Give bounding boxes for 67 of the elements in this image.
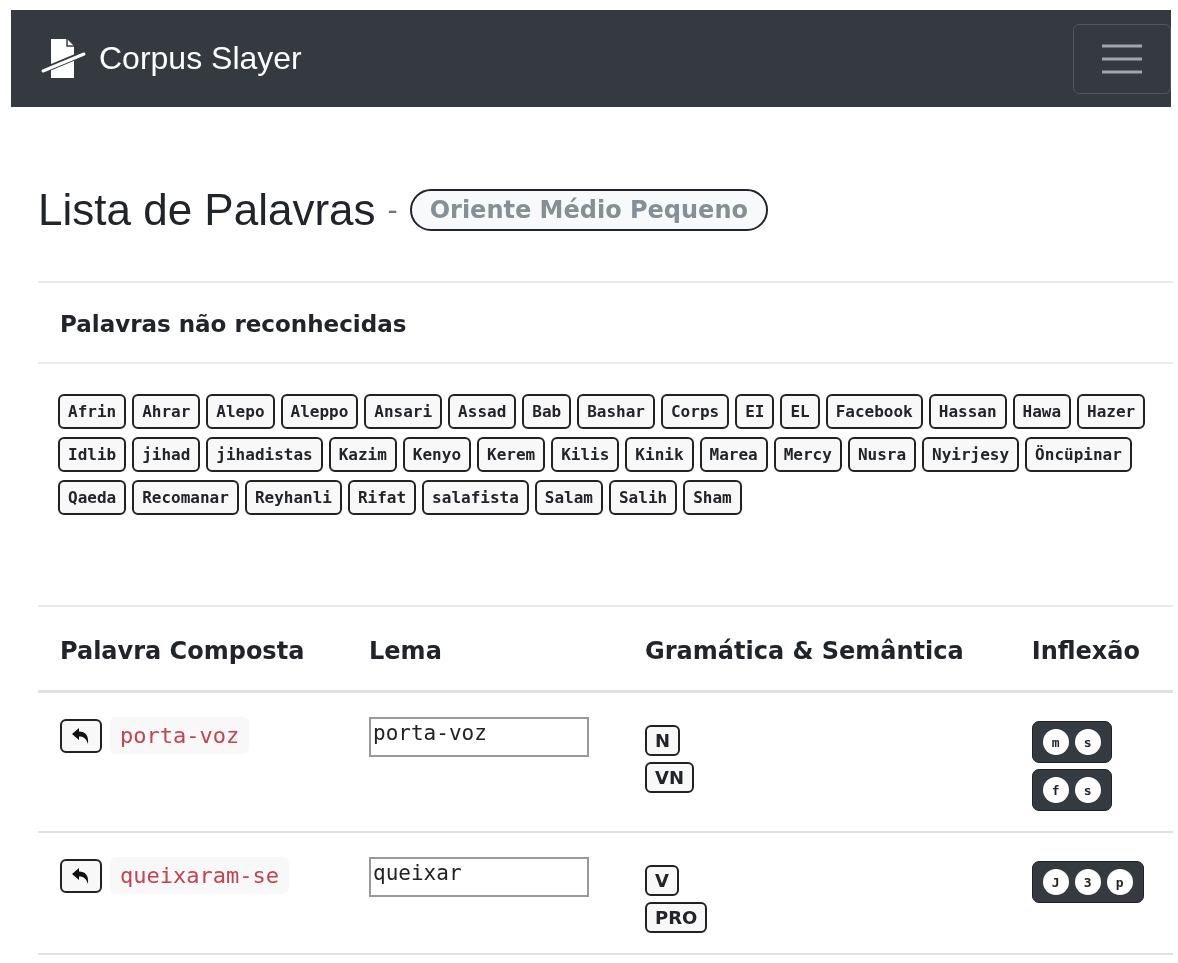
word-tag: Rifat [347, 480, 417, 515]
brand-name[interactable]: Corpus Slayer [99, 40, 302, 77]
word-tag: Assad [448, 394, 517, 429]
word-tag: Salam [534, 480, 603, 515]
lemma-input[interactable]: queixar [369, 857, 590, 897]
inflection-feature: J [1042, 869, 1069, 895]
inflection-feature: f [1042, 777, 1069, 803]
undo-button[interactable] [60, 718, 102, 753]
inflection-feature: 3 [1074, 869, 1101, 895]
word-tag: Afrin [58, 394, 127, 429]
lemma-input[interactable]: porta-voz [369, 717, 590, 757]
undo-arrow-icon [71, 866, 91, 885]
word-tag: Öncüpinar [1025, 437, 1132, 472]
word-tag: Kilis [551, 437, 620, 472]
page-title: Lista de Palavras [38, 185, 376, 235]
word-tag: Kenyo [402, 437, 471, 472]
word-tag: Salih [609, 480, 678, 515]
word-tag: Sham [683, 480, 742, 515]
word-tag: salafista [422, 480, 529, 515]
inflection-feature: s [1074, 777, 1101, 803]
corpus-badge: Oriente Médio Pequeno [409, 189, 768, 231]
word-tag: EL [780, 394, 820, 429]
word-tag: Mercy [773, 437, 842, 472]
compound-word: queixaram-se [110, 857, 289, 894]
title-separator: - [387, 193, 398, 227]
word-tag: Facebook [825, 394, 923, 429]
grammar-tag: V [645, 865, 679, 896]
word-tag: Bashar [577, 394, 655, 429]
grammar-tag: N [645, 725, 681, 756]
word-tag: Nusra [847, 437, 917, 472]
word-tag: Kerem [477, 437, 546, 472]
word-tag: Hassan [928, 394, 1007, 429]
word-tag: Ansari [364, 394, 443, 429]
word-tag: Idlib [58, 437, 127, 472]
column-header: Gramática & Semântica [623, 607, 1002, 692]
menu-icon [1100, 42, 1144, 75]
word-tag: Aleppo [280, 394, 359, 429]
word-tag: Corps [661, 394, 730, 429]
compound-word: porta-voz [110, 717, 250, 754]
word-tag: Kinik [625, 437, 694, 472]
section-heading: Palavras não reconhecidas [59, 310, 408, 339]
word-tag: Ahrar [132, 394, 201, 429]
undo-arrow-icon [71, 726, 91, 745]
undo-button[interactable] [60, 858, 102, 893]
inflection-feature: m [1042, 729, 1069, 755]
word-tag: Bab [522, 394, 572, 429]
word-tag: Kazim [328, 437, 397, 472]
word-tag: EI [735, 394, 775, 429]
inflection-feature: s [1074, 729, 1101, 755]
word-tag: jihad [132, 437, 201, 472]
inflection-feature: p [1106, 869, 1133, 895]
word-tag: Nyirjesy [922, 437, 1020, 472]
word-tag: Recomanar [132, 480, 239, 515]
grammar-tag: VN [645, 762, 695, 793]
column-header: Inflexão [1001, 607, 1173, 692]
word-tag: jihadistas [206, 437, 323, 472]
word-tag: Qaeda [58, 480, 127, 515]
column-header: Palavra Composta [38, 607, 340, 692]
word-tag: Alepo [206, 394, 275, 429]
word-tag: Hawa [1012, 394, 1072, 429]
document-icon [41, 37, 87, 80]
word-tag: Marea [699, 437, 768, 472]
menu-button[interactable] [1073, 23, 1171, 94]
word-tag: Reyhanli [244, 480, 342, 515]
column-header: Lema [339, 607, 624, 692]
word-tag: Hazer [1077, 394, 1146, 429]
grammar-tag: PRO [645, 902, 708, 933]
